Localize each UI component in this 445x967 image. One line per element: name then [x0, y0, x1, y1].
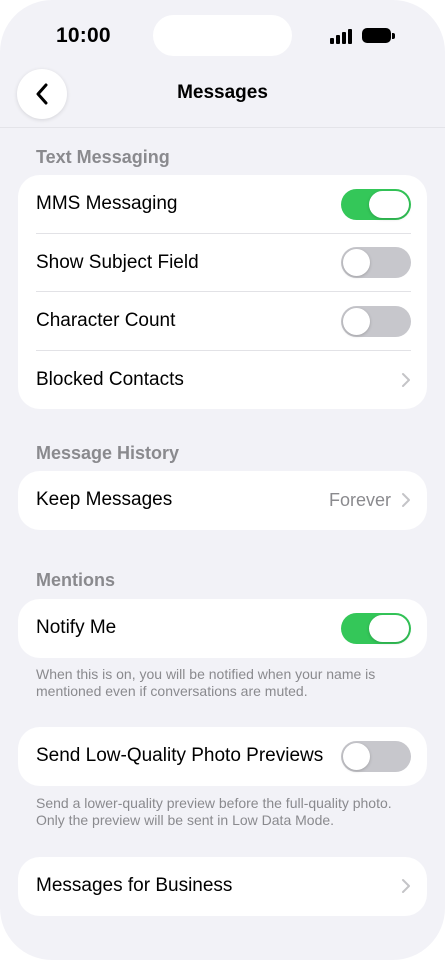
phone-screen: 10:00 Messages Text Messaging MMS Messag…	[0, 0, 445, 960]
row-label: Messages for Business	[36, 875, 233, 897]
mentions-footnote: When this is on, you will be notified wh…	[36, 666, 376, 699]
low-quality-previews-toggle[interactable]	[341, 740, 411, 772]
low-quality-footnote: Send a lower-quality preview before the …	[36, 795, 392, 828]
row-label: Send Low-Quality Photo Previews	[36, 745, 324, 767]
nav-divider	[0, 127, 445, 128]
section-header-text-messaging: Text Messaging	[36, 147, 170, 167]
mms-messaging-toggle[interactable]	[341, 188, 411, 220]
row-label: Keep Messages	[36, 489, 173, 511]
text-messaging-card: MMS Messaging Show Subject Field Charact…	[18, 175, 427, 409]
section-header-message-history: Message History	[36, 443, 180, 463]
messages-for-business-row[interactable]: Messages for Business	[18, 857, 427, 916]
row-label: Character Count	[36, 310, 176, 332]
chevron-right-icon	[402, 493, 410, 508]
row-label: Blocked Contacts	[36, 368, 184, 390]
battery-icon	[362, 28, 395, 43]
notify-me-row: Notify Me	[18, 599, 427, 658]
status-time: 10:00	[56, 24, 111, 47]
dynamic-island	[153, 15, 292, 56]
mentions-card: Notify Me	[18, 599, 427, 658]
blocked-contacts-row[interactable]: Blocked Contacts	[18, 351, 427, 410]
character-count-row: Character Count	[18, 292, 427, 351]
row-label: MMS Messaging	[36, 193, 178, 215]
section-header-mentions: Mentions	[36, 570, 115, 590]
keep-messages-value: Forever	[328, 489, 391, 510]
show-subject-field-toggle[interactable]	[341, 247, 411, 279]
show-subject-field-row: Show Subject Field	[18, 234, 427, 292]
chevron-right-icon	[402, 879, 410, 894]
message-history-card: Keep Messages Forever	[18, 471, 427, 530]
keep-messages-row[interactable]: Keep Messages Forever	[18, 471, 427, 530]
business-card: Messages for Business	[18, 857, 427, 916]
character-count-toggle[interactable]	[341, 305, 411, 337]
low-quality-previews-row: Send Low-Quality Photo Previews	[18, 727, 427, 786]
row-label: Notify Me	[36, 617, 117, 639]
cellular-signal-icon	[330, 28, 354, 44]
page-title: Messages	[177, 82, 268, 103]
low-quality-card: Send Low-Quality Photo Previews	[18, 727, 427, 786]
row-label: Show Subject Field	[36, 251, 199, 273]
mms-messaging-row: MMS Messaging	[18, 175, 427, 234]
notify-me-toggle[interactable]	[341, 612, 411, 644]
status-bar: 10:00	[0, 0, 445, 72]
chevron-right-icon	[402, 372, 410, 387]
